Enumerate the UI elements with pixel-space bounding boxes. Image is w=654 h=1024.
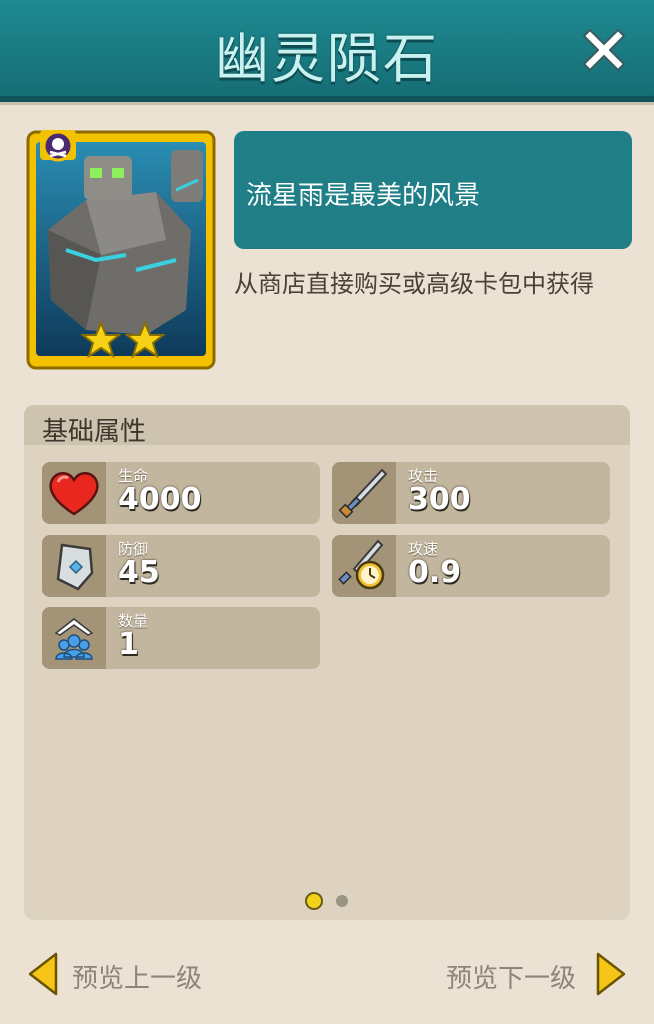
stat-attack: 攻击 300 [332,462,610,524]
prev-level-label: 预览上一级 [72,964,203,994]
page-dot-active[interactable] [305,892,323,910]
section-header: 基础属性 [24,405,630,447]
stat-count: 数量 1 [42,607,320,669]
header-bar: 幽灵陨石 [0,0,654,102]
skull-badge-icon [40,130,76,162]
stat-value: 4000 [118,482,202,517]
stat-value: 0.9 [408,555,462,590]
arrow-right-icon [596,952,626,996]
source-text: 从商店直接购买或高级卡包中获得 [234,270,594,298]
unit-count-icon [54,618,94,660]
page-title: 幽灵陨石 [215,27,439,90]
attack-speed-icon [338,539,385,590]
next-level-label: 预览下一级 [446,964,577,994]
heart-icon [49,472,99,516]
shield-icon [56,543,94,591]
stat-value: 300 [408,482,471,517]
unit-detail-panel: 幽灵陨石 流星雨是最美的风景 从商店直接购买或高级卡包中获得 基础属性 生命 4… [0,0,654,1024]
sword-icon [338,468,388,519]
stat-attack-speed: 攻速 0.9 [332,535,610,597]
stat-value: 1 [118,627,139,662]
preview-prev-level-button[interactable]: 预览上一级 [26,950,226,998]
basic-attributes-section: 基础属性 生命 4000 攻击 300 防御 45 攻速 0.9 数量 1 [24,405,630,920]
close-icon[interactable] [576,22,632,78]
arrow-left-icon [28,952,58,996]
stat-defense: 防御 45 [42,535,320,597]
description-text: 流星雨是最美的风景 [246,181,481,211]
unit-card [26,130,216,370]
description-box: 流星雨是最美的风景 [234,131,632,249]
section-title: 基础属性 [42,417,147,447]
preview-next-level-button[interactable]: 预览下一级 [440,950,635,998]
page-dot[interactable] [336,895,348,907]
stat-hp: 生命 4000 [42,462,320,524]
stat-value: 45 [118,555,160,590]
